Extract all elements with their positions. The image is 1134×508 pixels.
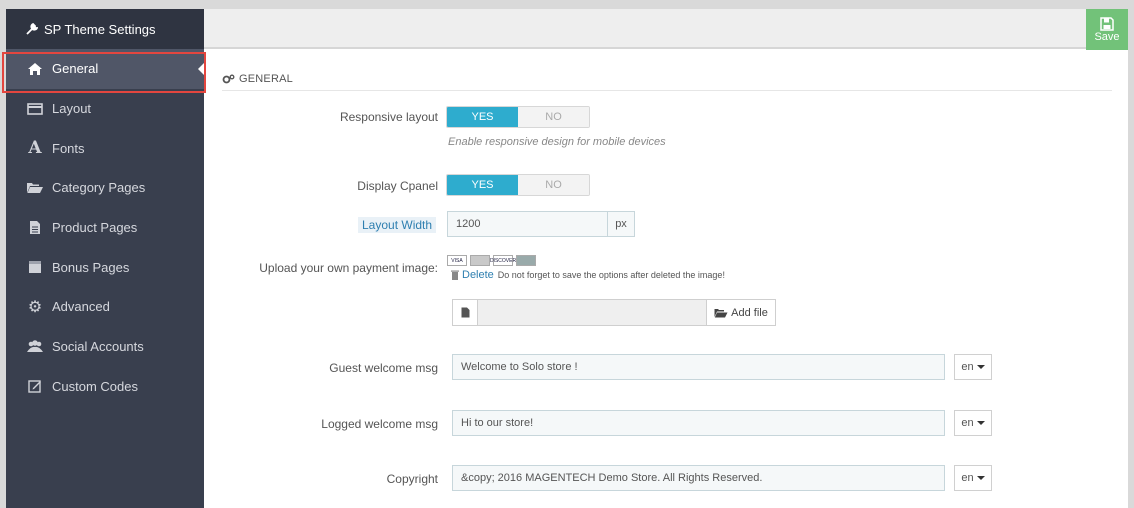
responsive-help-text: Enable responsive design for mobile devi… bbox=[448, 136, 666, 148]
lang-label: en bbox=[961, 472, 974, 484]
sidebar-item-label: General bbox=[52, 61, 99, 77]
panel-heading-text: GENERAL bbox=[239, 72, 293, 85]
guest-welcome-lang-select[interactable]: en bbox=[954, 354, 992, 380]
copyright-label: Copyright bbox=[386, 472, 438, 486]
sidebar-item-label: Category Pages bbox=[52, 180, 146, 196]
copyright-input[interactable]: &copy; 2016 MAGENTECH Demo Store. All Ri… bbox=[452, 465, 945, 491]
sidebar-item-label: Layout bbox=[52, 101, 92, 117]
add-file-label: Add file bbox=[731, 306, 768, 319]
responsive-no-option[interactable]: NO bbox=[518, 107, 589, 127]
copyright-lang-select[interactable]: en bbox=[954, 465, 992, 491]
file-name-field[interactable] bbox=[478, 299, 706, 326]
payment-image-label: Upload your own payment image: bbox=[259, 261, 438, 275]
responsive-layout-toggle: YES NO bbox=[446, 106, 590, 128]
sidebar-item-label: Fonts bbox=[52, 140, 85, 156]
guest-welcome-label: Guest welcome msg bbox=[329, 361, 438, 375]
sidebar-item-label: Social Accounts bbox=[52, 339, 144, 355]
layout-width-input[interactable]: 1200 bbox=[447, 211, 608, 237]
cpanel-no-option[interactable]: NO bbox=[518, 175, 589, 195]
sidebar-item-category-pages[interactable]: Category Pages bbox=[6, 168, 204, 208]
discover-card: DISCOVER bbox=[490, 255, 516, 266]
sidebar-item-label: Advanced bbox=[52, 299, 110, 315]
sidebar-item-label: Custom Codes bbox=[52, 378, 138, 394]
add-file-button[interactable]: Add file bbox=[706, 299, 776, 326]
sidebar-item-product-pages[interactable]: Product Pages bbox=[6, 208, 204, 248]
sidebar-item-layout[interactable]: Layout bbox=[6, 89, 204, 129]
maestro-card bbox=[516, 255, 536, 266]
home-icon bbox=[24, 62, 46, 76]
delete-link[interactable]: Delete bbox=[462, 269, 494, 281]
cogs-icon bbox=[222, 74, 235, 83]
sidebar: SP Theme Settings General Layout A Fonts… bbox=[2, 9, 206, 508]
panel-heading: GENERAL bbox=[222, 67, 1112, 91]
sidebar-item-bonus-pages[interactable]: Bonus Pages bbox=[6, 247, 204, 287]
wrench-icon bbox=[26, 23, 38, 35]
file-icon bbox=[24, 220, 46, 235]
settings-frame: SP Theme Settings General Layout A Fonts… bbox=[2, 9, 1128, 508]
sidebar-item-social-accounts[interactable]: Social Accounts bbox=[6, 327, 204, 367]
display-cpanel-toggle: YES NO bbox=[446, 174, 590, 196]
payment-cards-image: VISA DISCOVER bbox=[447, 255, 536, 266]
folder-open-icon bbox=[24, 181, 46, 194]
logged-welcome-input[interactable]: Hi to our store! bbox=[452, 410, 945, 436]
bonus-icon bbox=[24, 260, 46, 274]
delete-note: Do not forget to save the options after … bbox=[497, 270, 725, 280]
sidebar-title-text: SP Theme Settings bbox=[44, 21, 156, 37]
lang-label: en bbox=[961, 417, 974, 429]
sidebar-item-fonts[interactable]: A Fonts bbox=[6, 128, 204, 168]
sidebar-title: SP Theme Settings bbox=[6, 9, 204, 49]
layout-width-unit: px bbox=[607, 211, 635, 237]
trash-icon bbox=[451, 270, 459, 280]
sidebar-item-label: Product Pages bbox=[52, 220, 138, 236]
folder-open-icon bbox=[714, 308, 728, 317]
layout-width-label: Layout Width bbox=[358, 217, 437, 233]
lang-label: en bbox=[961, 361, 974, 373]
file-icon bbox=[452, 299, 478, 326]
delete-row: Delete Do not forget to save the options… bbox=[451, 269, 725, 281]
save-button[interactable]: Save bbox=[1086, 9, 1128, 50]
sidebar-item-advanced[interactable]: ⚙ Advanced bbox=[6, 287, 204, 327]
guest-welcome-input[interactable]: Welcome to Solo store ! bbox=[452, 354, 945, 380]
file-upload: Add file bbox=[452, 299, 776, 326]
cpanel-yes-option[interactable]: YES bbox=[447, 175, 518, 195]
save-label: Save bbox=[1094, 30, 1120, 43]
responsive-layout-label: Responsive layout bbox=[339, 110, 438, 124]
sidebar-item-general[interactable]: General bbox=[2, 49, 206, 93]
users-icon bbox=[24, 340, 46, 353]
logged-welcome-label: Logged welcome msg bbox=[321, 417, 438, 431]
top-toolbar: Save bbox=[204, 9, 1128, 50]
logged-welcome-lang-select[interactable]: en bbox=[954, 410, 992, 436]
display-cpanel-label: Display Cpanel bbox=[357, 179, 438, 193]
sidebar-item-label: Bonus Pages bbox=[52, 259, 130, 275]
sidebar-item-custom-codes[interactable]: Custom Codes bbox=[6, 367, 204, 407]
font-icon: A bbox=[28, 138, 42, 159]
edit-icon bbox=[24, 379, 46, 394]
mastercard-card bbox=[470, 255, 490, 266]
responsive-yes-option[interactable]: YES bbox=[447, 107, 518, 127]
save-icon bbox=[1100, 16, 1114, 31]
layout-icon bbox=[24, 102, 46, 115]
gear-icon: ⚙ bbox=[27, 298, 43, 316]
visa-card: VISA bbox=[447, 255, 467, 266]
